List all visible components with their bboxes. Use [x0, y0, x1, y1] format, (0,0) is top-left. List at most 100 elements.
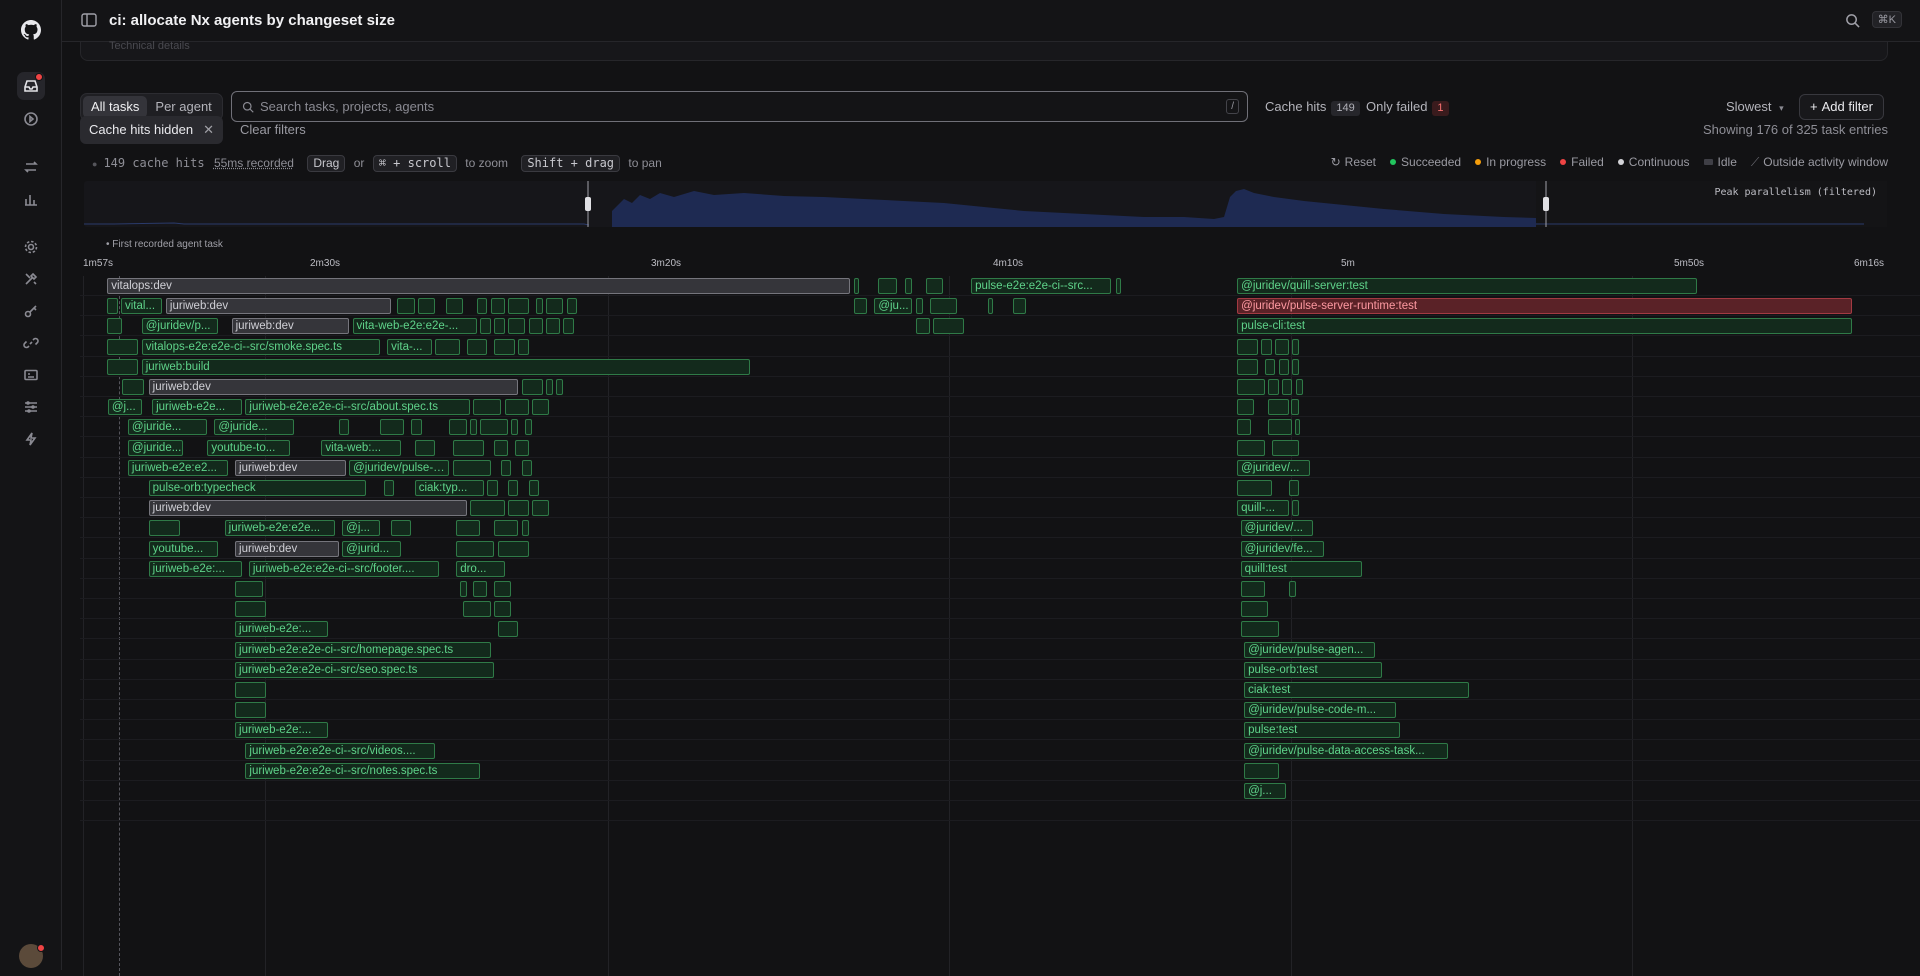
- task-bar[interactable]: [1237, 399, 1254, 415]
- task-bar[interactable]: [107, 318, 122, 334]
- task-bar[interactable]: juriweb:dev: [235, 541, 339, 557]
- task-bar[interactable]: @juridev/...: [1237, 460, 1310, 476]
- task-bar[interactable]: [933, 318, 964, 334]
- only-failed-filter[interactable]: Only failed1: [1366, 94, 1449, 120]
- task-bar[interactable]: [1282, 379, 1292, 395]
- task-bar[interactable]: [418, 298, 435, 314]
- task-bar[interactable]: [149, 520, 180, 536]
- task-bar[interactable]: juriweb-e2e:e2e-ci--src/seo.spec.ts: [235, 662, 494, 678]
- task-bar[interactable]: [1241, 601, 1269, 617]
- task-bar[interactable]: [508, 318, 525, 334]
- task-bar[interactable]: [1292, 500, 1299, 516]
- task-bar[interactable]: [480, 318, 490, 334]
- task-bar[interactable]: [1292, 359, 1299, 375]
- task-bar[interactable]: [508, 500, 529, 516]
- task-bar[interactable]: [107, 298, 117, 314]
- task-bar[interactable]: @j...: [342, 520, 380, 536]
- search-icon[interactable]: [1845, 13, 1860, 31]
- task-bar[interactable]: [235, 702, 266, 718]
- task-bar[interactable]: juriweb-e2e...: [152, 399, 242, 415]
- task-bar[interactable]: [449, 419, 466, 435]
- task-bar[interactable]: [1237, 480, 1272, 496]
- task-bar[interactable]: [916, 318, 930, 334]
- task-bar[interactable]: [1272, 440, 1300, 456]
- task-bar[interactable]: @j...: [1244, 783, 1285, 799]
- task-bar[interactable]: [498, 621, 519, 637]
- task-bar[interactable]: [546, 379, 553, 395]
- task-bar[interactable]: [878, 278, 897, 294]
- task-bar[interactable]: [988, 298, 993, 314]
- task-bar[interactable]: @juridev/fe...: [1241, 541, 1324, 557]
- task-bar[interactable]: ciak:test: [1244, 682, 1469, 698]
- task-bar[interactable]: [491, 298, 505, 314]
- task-bar[interactable]: vitalops:dev: [107, 278, 850, 294]
- search-input[interactable]: [260, 92, 1200, 121]
- task-bar[interactable]: [435, 339, 459, 355]
- task-bar[interactable]: [563, 318, 573, 334]
- tab-all-tasks[interactable]: All tasks: [83, 96, 147, 118]
- github-logo-icon[interactable]: [17, 16, 45, 44]
- task-bar[interactable]: juriweb-e2e:e2e-ci--src/videos....: [245, 743, 435, 759]
- lightning-icon[interactable]: [17, 425, 45, 453]
- cache-hits-filter[interactable]: Cache hits149: [1265, 94, 1360, 120]
- task-bar[interactable]: @juridev/...: [1241, 520, 1314, 536]
- bar-chart-icon[interactable]: [17, 185, 45, 213]
- sidebar-toggle-icon[interactable]: [81, 13, 97, 27]
- tab-per-agent[interactable]: Per agent: [147, 96, 219, 118]
- reset-button[interactable]: ↻Reset: [1331, 155, 1376, 170]
- task-bar[interactable]: [1241, 581, 1265, 597]
- task-bar[interactable]: juriweb:dev: [149, 500, 467, 516]
- task-bar[interactable]: quill:test: [1241, 561, 1362, 577]
- task-bar[interactable]: [501, 460, 511, 476]
- task-bar[interactable]: @juride...: [128, 440, 183, 456]
- task-bar[interactable]: @juridev/pulse-data-access-task...: [1244, 743, 1448, 759]
- task-bar[interactable]: [1292, 339, 1299, 355]
- task-bar[interactable]: juriweb-e2e:e2e-ci--src/footer....: [249, 561, 439, 577]
- task-bar[interactable]: juriweb-e2e:e2e-ci--src/notes.spec.ts: [245, 763, 480, 779]
- remove-filter-icon[interactable]: ✕: [203, 122, 214, 137]
- task-bar[interactable]: [1237, 440, 1265, 456]
- task-bar[interactable]: @jurid...: [342, 541, 401, 557]
- task-bar[interactable]: [460, 581, 467, 597]
- gear-icon[interactable]: [17, 233, 45, 261]
- link-icon[interactable]: [17, 329, 45, 357]
- key-icon[interactable]: [17, 297, 45, 325]
- task-bar[interactable]: [508, 480, 518, 496]
- task-bar[interactable]: @ju...: [874, 298, 912, 314]
- task-bar[interactable]: ciak:typ...: [415, 480, 484, 496]
- task-bar[interactable]: [494, 318, 504, 334]
- task-bar[interactable]: [494, 601, 511, 617]
- task-bar[interactable]: youtube...: [149, 541, 218, 557]
- task-bar[interactable]: [905, 278, 912, 294]
- task-bar[interactable]: [1291, 399, 1299, 415]
- task-bar[interactable]: [1279, 359, 1289, 375]
- task-bar[interactable]: [1268, 399, 1289, 415]
- task-bar[interactable]: quill-...: [1237, 500, 1289, 516]
- task-bar[interactable]: [854, 298, 868, 314]
- task-bar[interactable]: [473, 581, 487, 597]
- task-bar[interactable]: [494, 440, 508, 456]
- task-bar[interactable]: [235, 682, 266, 698]
- task-bar[interactable]: [498, 541, 529, 557]
- task-bar[interactable]: [1241, 621, 1279, 637]
- task-bar[interactable]: [529, 480, 539, 496]
- task-bar[interactable]: vita-...: [387, 339, 432, 355]
- task-bar[interactable]: [384, 480, 394, 496]
- task-bar[interactable]: [122, 379, 143, 395]
- task-bar[interactable]: vital...: [121, 298, 162, 314]
- task-bar[interactable]: [494, 520, 518, 536]
- task-bar[interactable]: vita-web:...: [321, 440, 400, 456]
- task-bar[interactable]: [546, 298, 563, 314]
- task-bar[interactable]: [456, 541, 494, 557]
- task-bar[interactable]: [235, 601, 266, 617]
- task-bar[interactable]: @juridev/pulse-code-m...: [1244, 702, 1396, 718]
- task-bar[interactable]: [415, 440, 436, 456]
- sort-dropdown[interactable]: Slowest ▾: [1726, 94, 1784, 120]
- task-bar[interactable]: [235, 581, 263, 597]
- task-bar[interactable]: [446, 298, 463, 314]
- task-bar[interactable]: [1295, 419, 1300, 435]
- task-bar[interactable]: [522, 520, 529, 536]
- task-bar[interactable]: [477, 298, 487, 314]
- task-bar[interactable]: [1261, 339, 1271, 355]
- task-bar[interactable]: [1013, 298, 1027, 314]
